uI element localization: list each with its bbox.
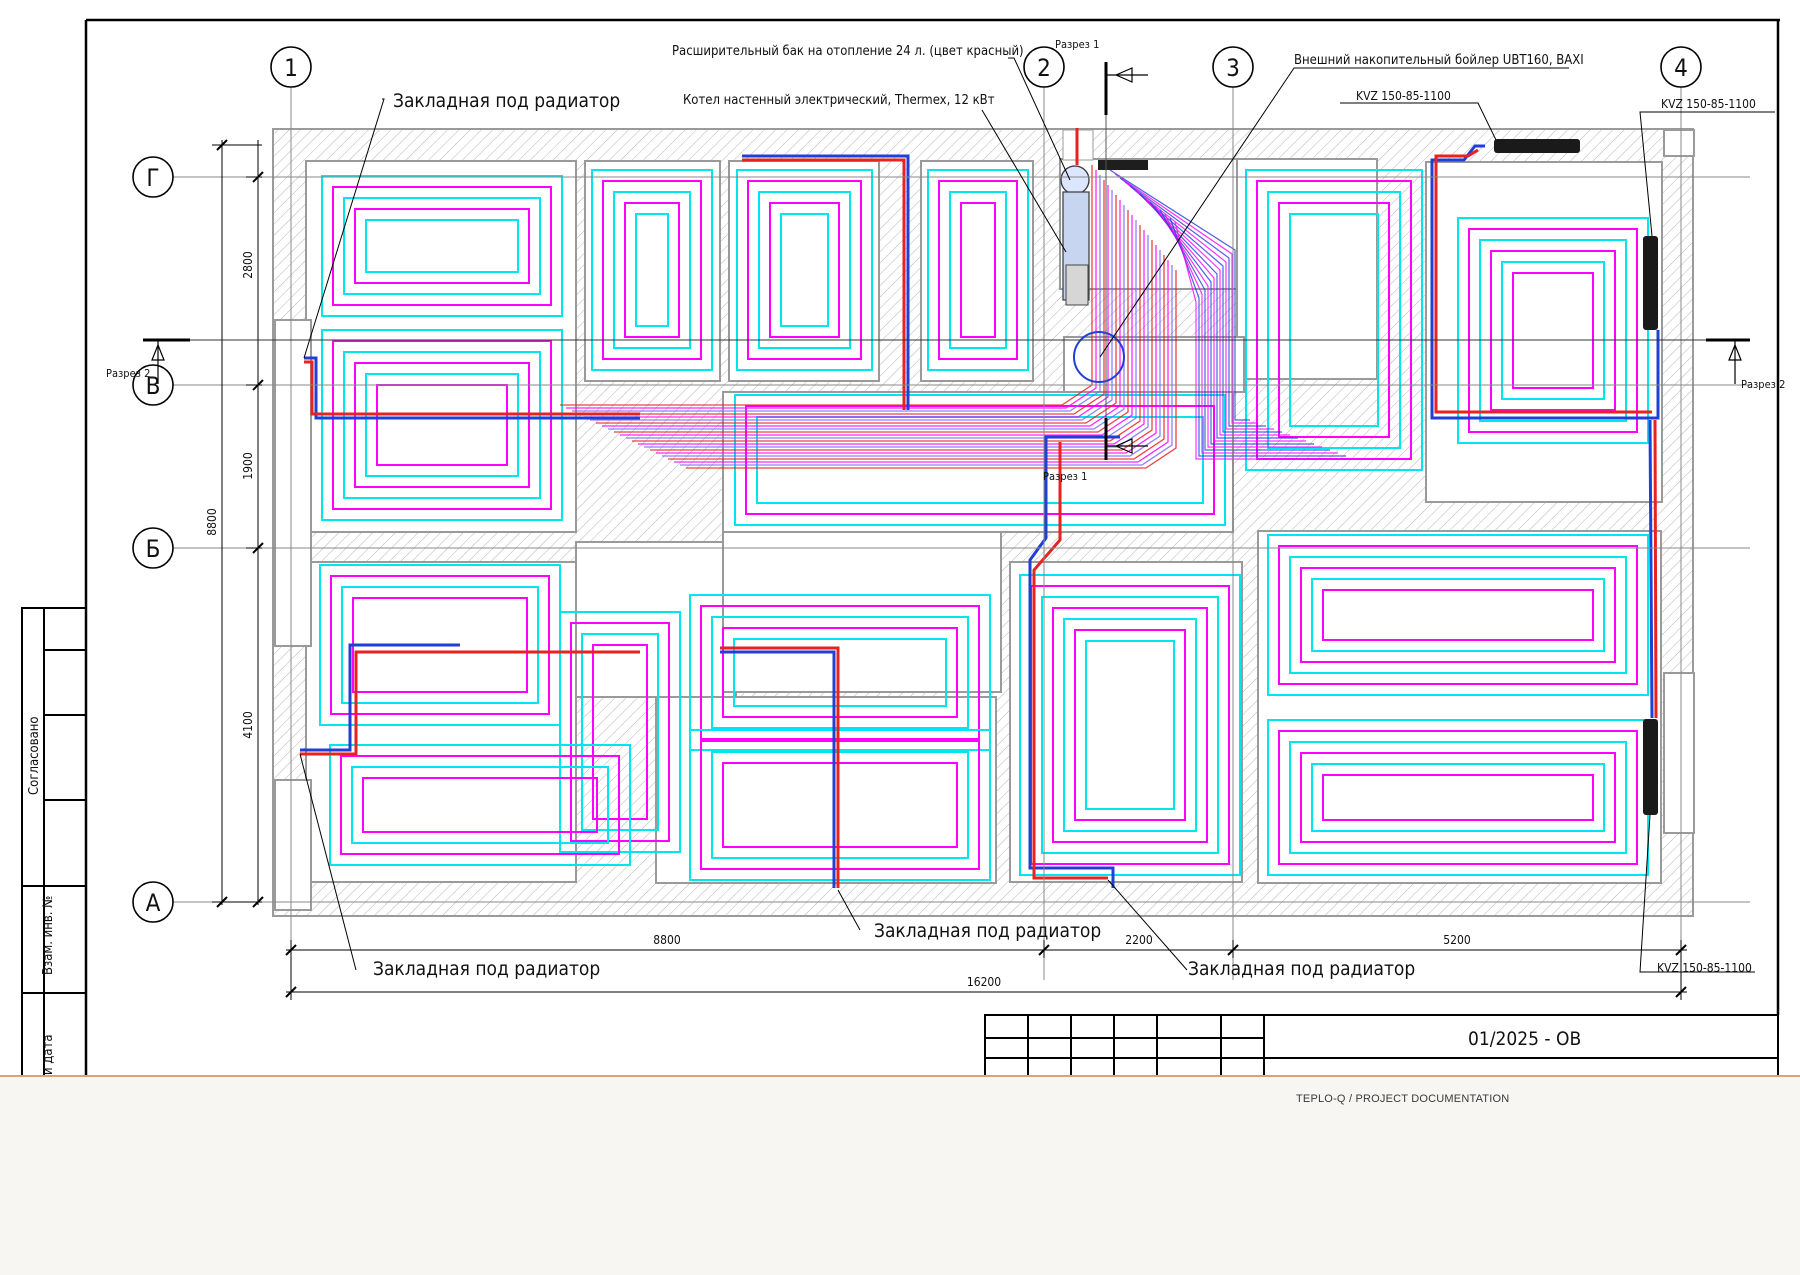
- side-stamp: [21, 607, 87, 1075]
- floor-heating-plan: Согласовано Взам. инв. № и дата 01/2025 …: [0, 0, 1800, 1075]
- axis-row-a: А: [146, 889, 161, 917]
- radiator-icon: [1494, 139, 1580, 153]
- callout-embed-bottom-right: Закладная под радиатор: [1188, 958, 1415, 980]
- axis-row-g: Г: [146, 164, 159, 192]
- radiator-icon: [1643, 236, 1658, 330]
- callout-radiator-right-lower: KVZ 150-85-1100: [1657, 961, 1752, 975]
- callout-storage-heater: Внешний накопительный бойлер UBT160, BAX…: [1294, 53, 1584, 68]
- section2-right-label: Разрез 2: [1741, 378, 1785, 391]
- dim-8800-v: 8800: [205, 508, 219, 536]
- doc-code: 01/2025 - ОВ: [1468, 1028, 1581, 1050]
- callout-embed-bottom-mid: Закладная под радиатор: [874, 920, 1101, 942]
- axis-row-b: Б: [146, 535, 161, 563]
- axis-col-4: 4: [1674, 54, 1688, 82]
- section2-left-label: Разрез 2: [106, 367, 150, 380]
- page-footer: TEPLO-Q / PROJECT DOCUMENTATION: [0, 1075, 1800, 1275]
- axis-col-3: 3: [1226, 54, 1240, 82]
- section1-top-label: Разрез 1: [1055, 38, 1099, 51]
- dim-16200-h: 16200: [967, 975, 1001, 989]
- section1-bottom-label: Разрез 1: [1043, 470, 1087, 483]
- dim-8800-h: 8800: [653, 933, 681, 947]
- stamp-date: и дата: [41, 1034, 56, 1075]
- callout-radiator-top: KVZ 150-85-1100: [1356, 89, 1451, 103]
- callout-embed-bottom-left: Закладная под радиатор: [373, 958, 600, 980]
- stamp-agreed: Согласовано: [27, 716, 42, 795]
- dim-2800-v: 2800: [241, 251, 255, 279]
- callout-expansion-tank: Расширительный бак на отопление 24 л. (ц…: [672, 44, 1024, 59]
- callout-embed-top-left: Закладная под радиатор: [393, 90, 620, 112]
- dim-4100-v: 4100: [241, 711, 255, 739]
- dim-5200-h: 5200: [1443, 933, 1471, 947]
- callout-boiler: Котел настенный электрический, Thermex, …: [683, 93, 995, 108]
- title-block: [984, 1014, 1779, 1075]
- radiator-icon: [1643, 719, 1658, 815]
- axis-col-2: 2: [1037, 54, 1051, 82]
- callout-radiator-right-upper: KVZ 150-85-1100: [1661, 97, 1756, 111]
- dim-1900-v: 1900: [241, 452, 255, 480]
- dim-2200-h: 2200: [1125, 933, 1153, 947]
- stamp-inv-no: Взам. инв. №: [41, 896, 56, 975]
- footer-caption: TEPLO-Q / PROJECT DOCUMENTATION: [1296, 1093, 1510, 1105]
- axis-col-1: 1: [284, 54, 298, 82]
